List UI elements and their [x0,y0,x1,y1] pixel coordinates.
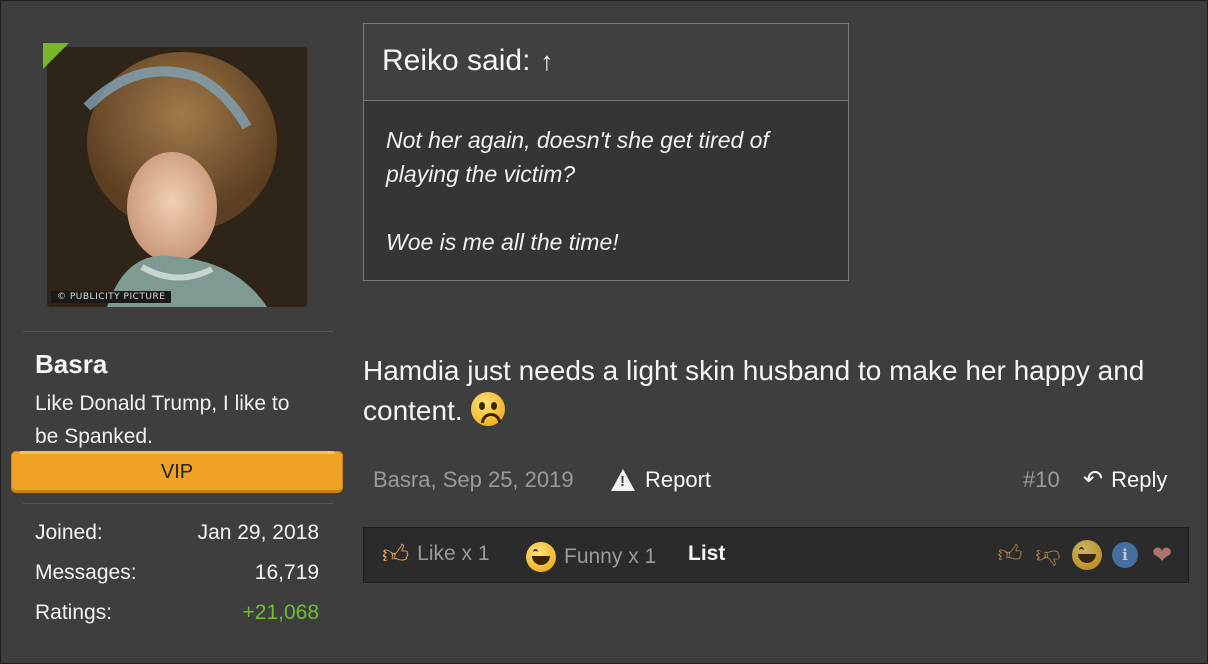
grin-face-icon [526,542,556,572]
message-body: Hamdia just needs a light skin husband t… [363,351,1163,431]
post-number[interactable]: #10 [1023,467,1060,493]
reply-icon: ↶ [1083,466,1104,493]
reply-label: Reply [1111,467,1168,492]
post-container: © PUBLICITY PICTURE Basra Like Donald Tr… [0,0,1208,664]
thumbs-up-icon[interactable]: 👍︎ [996,541,1024,569]
heart-icon[interactable]: ❤ [1148,541,1176,569]
rating-funny-label: Funny x 1 [564,545,657,568]
quote-header: Reiko said: ↑ [364,24,848,101]
stat-value: Jan 29, 2018 [197,521,319,544]
rate-actions: 👍︎ 👍︎ i ❤ [996,540,1176,570]
ratings-bar: 👍︎ Like x 1 Funny x 1 List 👍︎ 👍︎ i ❤ [363,527,1189,583]
quote-line: Not her again, doesn't she get tired of … [386,127,769,187]
divider [23,331,333,332]
rating-like[interactable]: 👍︎ Like x 1 [382,539,490,569]
jump-to-quote-icon[interactable]: ↑ [540,24,553,98]
funny-icon[interactable] [1072,540,1102,570]
username[interactable]: Basra [35,349,107,380]
vip-badge: VIP [11,451,343,491]
avatar-image [47,47,307,307]
divider [23,503,333,504]
stat-value[interactable]: +21,068 [243,601,320,625]
stat-ratings: Ratings: +21,068 [35,601,319,625]
user-title: Like Donald Trump, I like to be Spanked. [35,392,290,448]
online-indicator [43,43,69,69]
reply-link[interactable]: ↶ Reply [1083,467,1167,493]
warning-icon [611,469,635,491]
quote-line: Woe is me all the time! [386,229,619,255]
post-author-date[interactable]: Basra, Sep 25, 2019 [373,467,574,493]
stat-messages: Messages: 16,719 [35,561,319,585]
user-avatar[interactable]: © PUBLICITY PICTURE [47,47,307,307]
thumbs-up-icon: 👍︎ [382,539,410,569]
stat-label: Messages: [35,561,137,584]
stat-value: 16,719 [254,561,319,584]
report-label: Report [645,467,712,492]
stat-joined: Joined: Jan 29, 2018 [35,521,319,545]
report-link[interactable]: Report [611,467,711,493]
stat-label: Ratings: [35,601,113,624]
quote-body: Not her again, doesn't she get tired of … [364,101,848,281]
stat-label: Joined: [35,521,103,544]
ratings-list-link[interactable]: List [688,542,725,566]
rating-funny[interactable]: Funny x 1 [526,542,656,572]
avatar-credit: © PUBLICITY PICTURE [51,291,172,303]
sad-face-icon [470,392,505,426]
quote-block: Reiko said: ↑ Not her again, doesn't she … [363,23,849,281]
quote-author: Reiko said: [382,44,531,77]
rating-like-label: Like x 1 [417,542,490,565]
info-icon[interactable]: i [1112,542,1138,568]
thumbs-down-icon[interactable]: 👍︎ [1034,541,1062,569]
